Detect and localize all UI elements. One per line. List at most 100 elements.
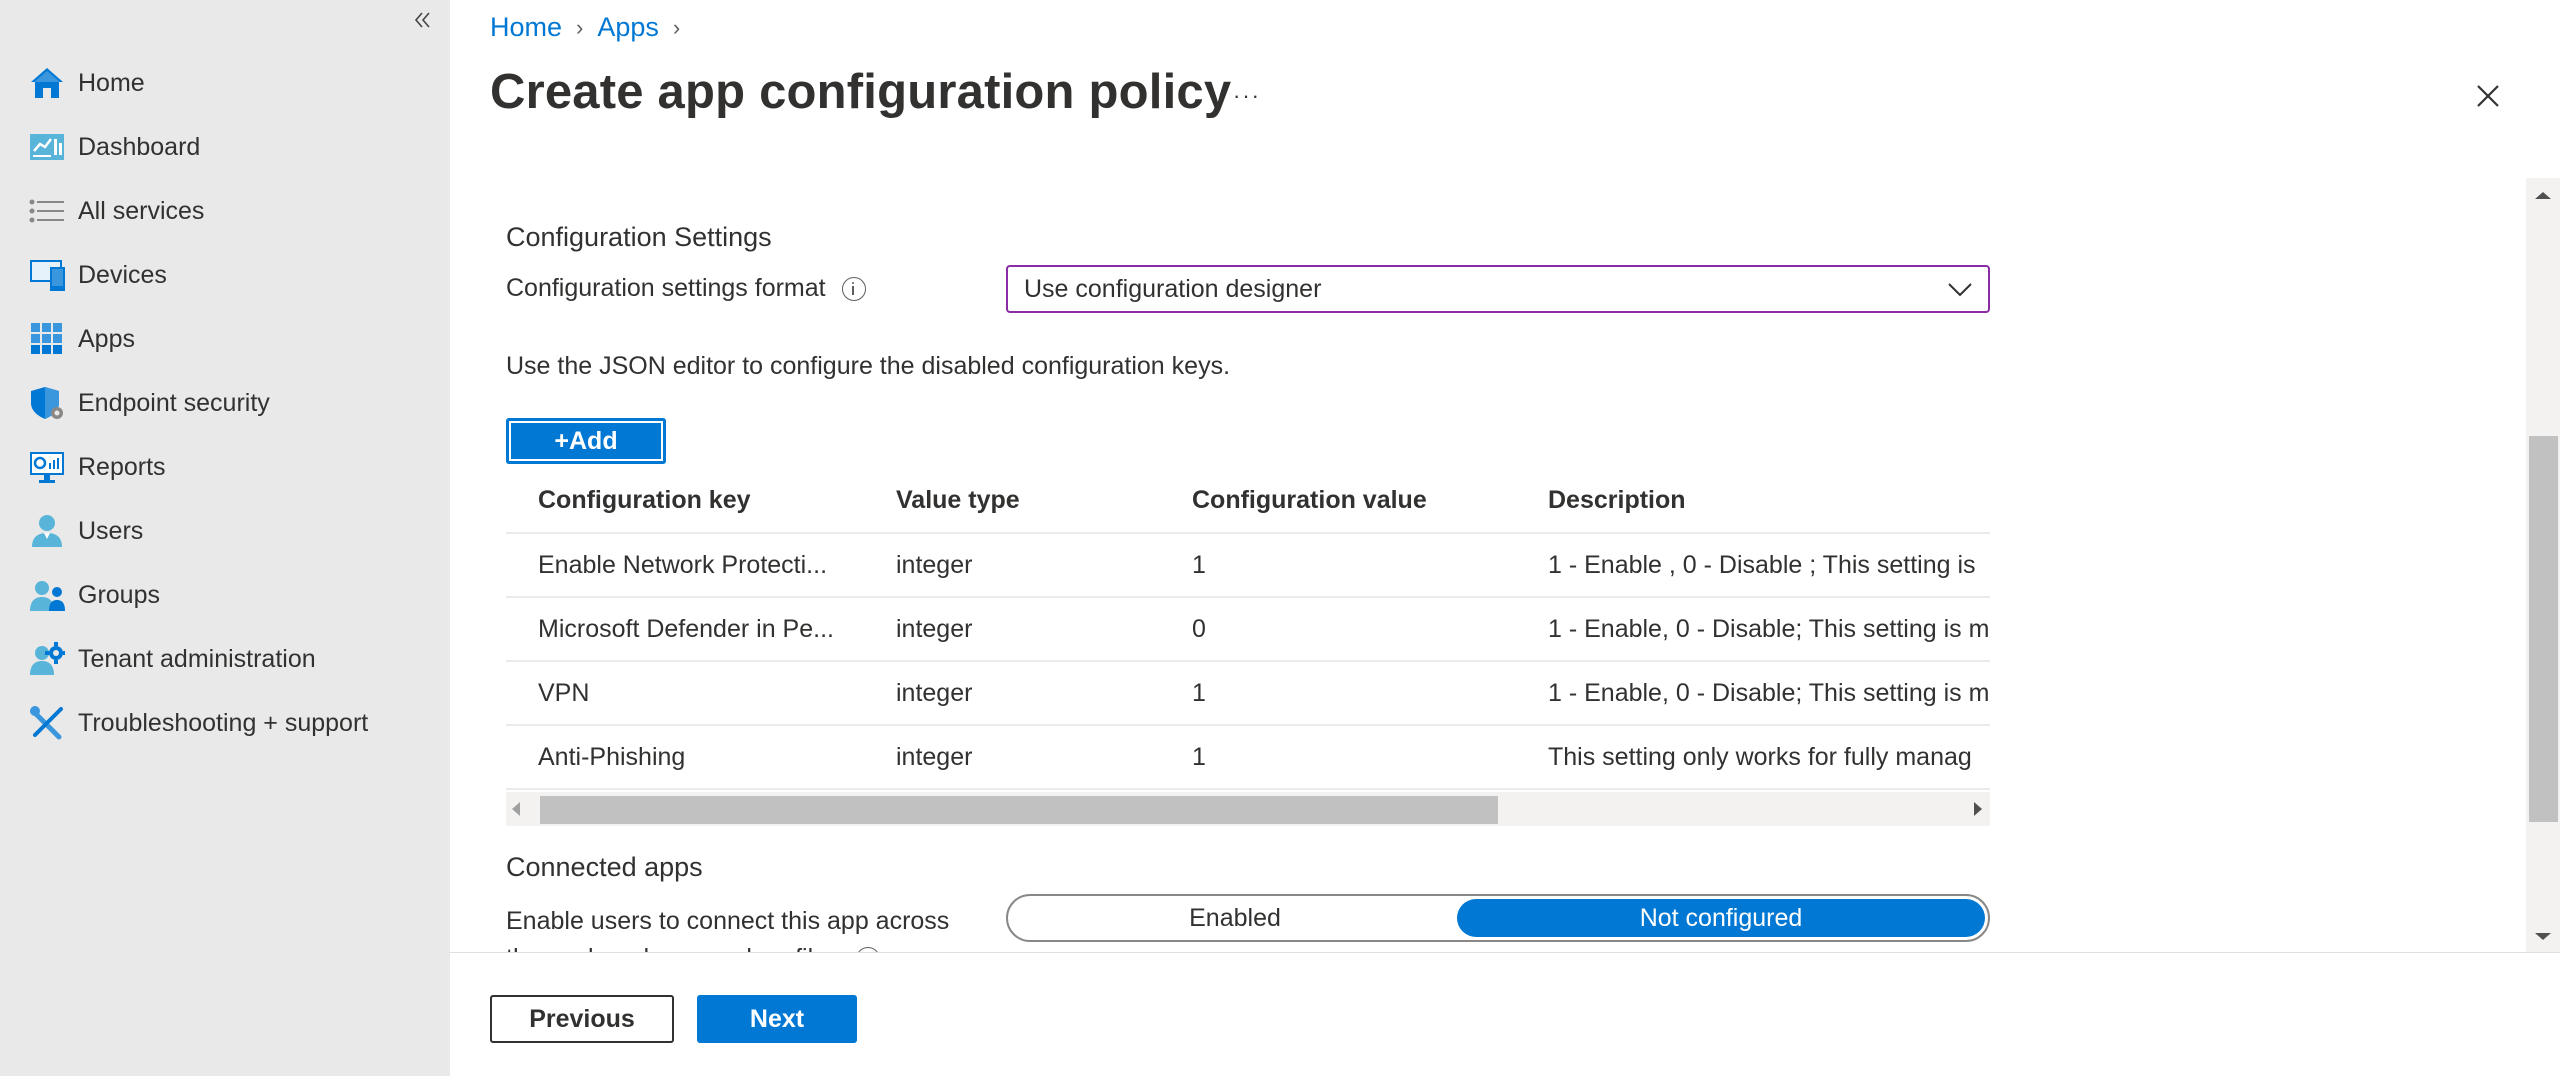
page-title: Create app configuration policy [490,65,1232,119]
configuration-format-label: Configuration settings format [506,274,866,303]
breadcrumb: Home › Apps › [490,12,694,43]
dashboard-icon [28,128,66,166]
column-header-value-type[interactable]: Value type [896,468,1176,532]
scroll-up-arrow-icon[interactable] [2535,192,2551,199]
close-icon [2477,85,2499,107]
column-header-configuration-value[interactable]: Configuration value [1192,468,1522,532]
close-button[interactable] [2468,76,2508,116]
connected-apps-label: Enable users to connect this app across … [506,903,949,952]
more-options-button[interactable]: ··· [1222,76,1272,116]
cell-description: 1 - Enable, 0 - Disable; This setting is… [1548,614,1990,643]
add-configuration-button[interactable]: +Add [506,418,666,464]
vertical-scrollbar[interactable] [2526,178,2560,952]
shield-gear-icon [28,384,66,422]
table-horizontal-scrollbar[interactable] [506,792,1990,826]
table-row[interactable]: Anti-Phishing integer 1 This setting onl… [506,726,1990,790]
sidebar-item-home[interactable]: Home [28,58,428,108]
collapse-sidebar-button[interactable] [408,6,438,40]
configuration-settings-heading: Configuration Settings [506,222,772,252]
devices-icon [28,256,66,294]
cell-configuration-key: Anti-Phishing [538,742,686,771]
cell-description: 1 - Enable , 0 - Disable ; This setting … [1548,550,1976,579]
json-editor-hint: Use the JSON editor to configure the dis… [506,352,1231,380]
sidebar-item-label: Home [78,68,145,97]
cell-value-type: integer [896,614,973,643]
vertical-scrollbar-thumb[interactable] [2529,436,2558,822]
previous-button[interactable]: Previous [490,995,674,1043]
sidebar-item-label: Troubleshooting + support [78,708,369,737]
sidebar-item-all-services[interactable]: All services [28,186,428,236]
configuration-format-label-text: Configuration settings format [506,274,826,302]
breadcrumb-separator: › [672,14,681,40]
toggle-option-not-configured[interactable]: Not configured [1457,899,1985,937]
sidebar-item-tenant-administration[interactable]: Tenant administration [28,634,428,684]
connected-apps-label-line2: the work and personal profiles [506,940,840,952]
list-icon [28,192,66,230]
breadcrumb-apps[interactable]: Apps [597,12,659,43]
column-header-configuration-key[interactable]: Configuration key [538,468,868,532]
double-chevron-left-icon [414,12,430,28]
cell-configuration-value[interactable]: 1 [1192,726,1522,788]
toggle-option-enabled[interactable]: Enabled [1012,899,1458,937]
sidebar-item-label: Reports [78,452,166,481]
home-icon [28,64,66,102]
breadcrumb-home[interactable]: Home [490,12,562,43]
user-icon [28,512,66,550]
cell-configuration-value[interactable]: 0 [1192,598,1522,660]
table-header: Configuration key Value type Configurati… [506,468,1990,534]
sidebar-item-dashboard[interactable]: Dashboard [28,122,428,172]
connected-apps-toggle: Enabled Not configured [1006,894,1990,942]
wizard-footer: Previous Next [450,952,2560,1076]
configuration-format-dropdown[interactable]: Use configuration designer [1006,265,1990,313]
cell-value-type: integer [896,678,973,707]
connected-apps-label-line1: Enable users to connect this app across [506,907,950,935]
scrollable-content: Configuration Settings Configuration set… [450,178,2560,952]
connected-apps-label-line2-wrap: the work and personal profiles [506,940,880,952]
sidebar-item-devices[interactable]: Devices [28,250,428,300]
column-header-description[interactable]: Description [1548,468,1990,532]
table-row[interactable]: Enable Network Protecti... integer 1 1 -… [506,534,1990,598]
configuration-table: Configuration key Value type Configurati… [506,468,1990,790]
sidebar-item-label: Users [78,516,144,545]
apps-grid-icon [28,320,66,358]
cell-configuration-value[interactable]: 1 [1192,534,1522,596]
group-icon [28,576,66,614]
reports-monitor-icon [28,448,66,486]
cell-configuration-value[interactable]: 1 [1192,662,1522,724]
info-icon[interactable] [841,276,866,301]
cell-value-type: integer [896,550,973,579]
breadcrumb-separator: › [576,14,584,40]
scroll-down-arrow-icon[interactable] [2535,933,2551,940]
cell-description: This setting only works for fully manag [1548,742,1972,771]
cell-value-type: integer [896,742,973,771]
cell-configuration-key: Enable Network Protecti... [538,550,828,579]
configuration-format-value: Use configuration designer [1024,274,1322,303]
cell-description: 1 - Enable, 0 - Disable; This setting is… [1548,678,1990,707]
sidebar-item-endpoint-security[interactable]: Endpoint security [28,378,428,428]
cell-configuration-key: Microsoft Defender in Pe... [538,614,834,643]
sidebar-item-label: Apps [78,324,135,353]
sidebar-item-users[interactable]: Users [28,506,428,556]
sidebar-item-apps[interactable]: Apps [28,314,428,364]
sidebar-item-label: Groups [78,580,160,609]
sidebar-item-troubleshooting-support[interactable]: Troubleshooting + support [28,698,428,748]
scroll-right-arrow-icon[interactable] [1974,802,1982,816]
wrench-screwdriver-icon [28,704,66,742]
tenant-admin-icon [28,640,66,678]
sidebar: Home Dashboard All services Devices Apps… [0,0,450,1076]
sidebar-item-label: Tenant administration [78,644,316,673]
table-row[interactable]: Microsoft Defender in Pe... integer 0 1 … [506,598,1990,662]
sidebar-item-reports[interactable]: Reports [28,442,428,492]
cell-configuration-key: VPN [538,678,590,707]
sidebar-item-label: Dashboard [78,132,201,161]
sidebar-item-label: Endpoint security [78,388,270,417]
next-button[interactable]: Next [697,995,857,1043]
scroll-left-arrow-icon[interactable] [512,802,520,816]
horizontal-scrollbar-thumb[interactable] [540,796,1498,824]
sidebar-item-label: All services [78,196,205,225]
sidebar-item-groups[interactable]: Groups [28,570,428,620]
connected-apps-heading: Connected apps [506,852,703,882]
table-row[interactable]: VPN integer 1 1 - Enable, 0 - Disable; T… [506,662,1990,726]
sidebar-item-label: Devices [78,260,167,289]
main-panel: Home › Apps › Create app configuration p… [450,0,2560,1076]
